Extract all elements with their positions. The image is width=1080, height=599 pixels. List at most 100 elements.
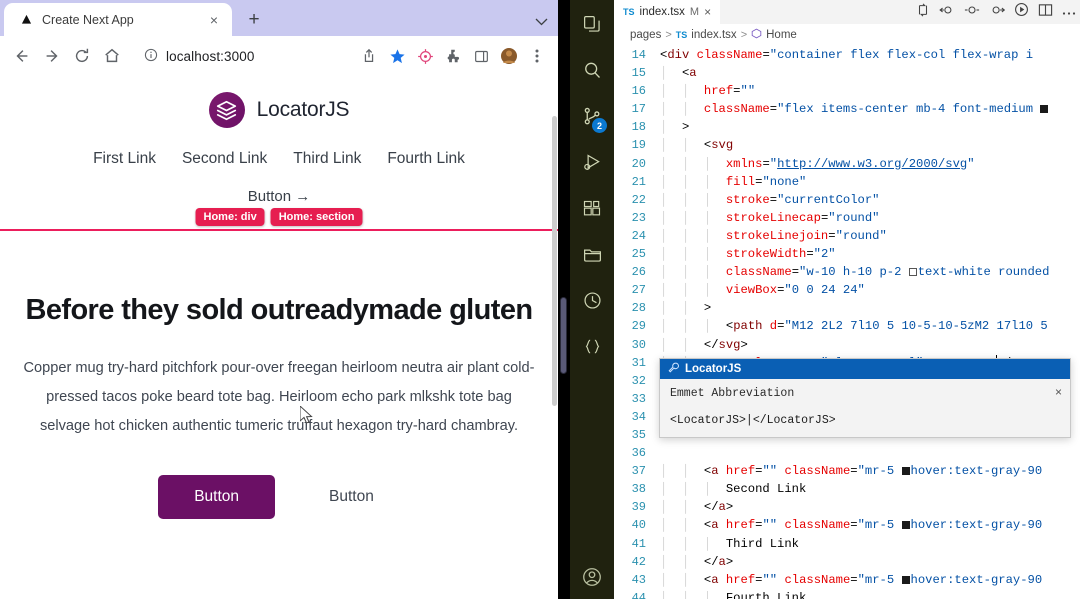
browser-tab-strip: Create Next App × +: [0, 0, 558, 36]
activity-item-accounts[interactable]: [570, 566, 614, 593]
chevron-down-icon[interactable]: [535, 17, 548, 29]
profile-avatar-icon[interactable]: [496, 43, 522, 69]
close-icon[interactable]: ×: [206, 12, 222, 28]
nav-link-third[interactable]: Third Link: [293, 150, 361, 168]
site-nav: First Link Second Link Third Link Fourth…: [0, 150, 558, 168]
star-icon[interactable]: [384, 43, 410, 69]
close-icon[interactable]: ×: [704, 6, 711, 18]
address-bar[interactable]: localhost:3000: [134, 42, 348, 70]
screen: Create Next App × +: [0, 0, 1080, 599]
line-number: 22: [614, 191, 660, 209]
suggestion-selected-item[interactable]: LocatorJS: [660, 359, 1070, 379]
code-editor[interactable]: 14<div className="container flex flex-co…: [614, 46, 1080, 599]
activity-item-run-debug[interactable]: [570, 142, 614, 188]
activity-item-explorer[interactable]: [570, 4, 614, 50]
code-line-content: │ │ │ strokeLinejoin="round": [660, 227, 1080, 245]
hero-primary-button[interactable]: Button: [158, 475, 275, 519]
nav-link-first[interactable]: First Link: [93, 150, 156, 168]
step-into-icon[interactable]: [964, 3, 980, 22]
breadcrumb-symbol-label: Home: [766, 29, 797, 41]
activity-item-json-tools[interactable]: [570, 326, 614, 372]
nav-link-fourth[interactable]: Fourth Link: [387, 150, 465, 168]
code-line-content: <div className="container flex flex-col …: [660, 46, 1080, 64]
locator-badge-div[interactable]: Home: div: [196, 208, 265, 226]
info-circle-icon[interactable]: [144, 48, 158, 65]
browser-tab[interactable]: Create Next App ×: [4, 3, 232, 36]
restart-icon[interactable]: [916, 3, 930, 22]
breadcrumb-item-symbol[interactable]: Home: [751, 28, 797, 42]
activity-item-folder[interactable]: [570, 234, 614, 280]
emmet-suggestion-widget[interactable]: LocatorJS Emmet Abbreviation × <LocatorJ…: [659, 358, 1071, 438]
forward-icon[interactable]: [38, 42, 66, 70]
line-number: 18: [614, 118, 660, 136]
run-icon[interactable]: [1014, 2, 1029, 22]
run-debug-icon: [582, 152, 603, 178]
nav-cta-button[interactable]: Button →: [248, 188, 311, 205]
code-line: 19│ │ <svg: [614, 136, 1080, 154]
line-number: 42: [614, 553, 660, 571]
extensions-puzzle-icon[interactable]: [440, 43, 466, 69]
activity-item-timeline[interactable]: [570, 280, 614, 326]
vscode-window: 2: [570, 0, 1080, 599]
nav-link-second[interactable]: Second Link: [182, 150, 267, 168]
breadcrumb-item-pages[interactable]: pages: [630, 29, 661, 41]
code-line: 23│ │ │ strokeLinecap="round": [614, 209, 1080, 227]
locator-badge-section[interactable]: Home: section: [271, 208, 363, 226]
hero-paragraph: Copper mug try-hard pitchfork pour-over …: [22, 354, 536, 442]
hero-section: Before they sold outreadymade gluten Cop…: [0, 231, 558, 519]
line-number: 26: [614, 263, 660, 281]
code-line-content: │ │ <a href="" className="mr-5 hover:tex…: [660, 571, 1080, 589]
code-line-content: │ │ <svg: [660, 136, 1080, 154]
three-dot-menu-icon[interactable]: [524, 43, 550, 69]
folder-icon: [582, 244, 603, 270]
extensions-icon: [582, 199, 602, 224]
activity-item-extensions[interactable]: [570, 188, 614, 234]
brand[interactable]: LocatorJS: [0, 92, 558, 128]
activity-item-search[interactable]: [570, 50, 614, 96]
code-line: 20│ │ │ xmlns="http://www.w3.org/2000/sv…: [614, 155, 1080, 173]
line-number: 25: [614, 245, 660, 263]
hero-secondary-button[interactable]: Button: [303, 475, 400, 519]
home-icon[interactable]: [98, 42, 126, 70]
activity-item-source-control[interactable]: 2: [570, 96, 614, 142]
site-header: LocatorJS First Link Second Link Third L…: [0, 76, 558, 231]
suggestion-doc-title: Emmet Abbreviation: [670, 387, 1060, 400]
editor-tab-actions: [916, 0, 1076, 24]
step-over-icon[interactable]: [939, 3, 955, 22]
breadcrumb: pages > TS index.tsx > Home: [614, 24, 1080, 46]
source-control-badge: 2: [592, 118, 607, 133]
gap-scrollbar-thumb[interactable]: [560, 297, 567, 374]
code-line-content: │ │ │ fill="none": [660, 173, 1080, 191]
editor-tab-index-tsx[interactable]: TS index.tsx M ×: [614, 0, 720, 24]
breadcrumb-item-file[interactable]: TS index.tsx: [676, 29, 737, 41]
hero-heading: Before they sold outreadymade gluten: [22, 293, 536, 328]
locatorjs-extension-icon[interactable]: [412, 43, 438, 69]
more-actions-icon[interactable]: [1062, 3, 1076, 21]
close-icon[interactable]: ×: [1055, 386, 1062, 398]
code-line-content: │ │ │ Second Link: [660, 480, 1080, 498]
code-line-content: │ │ </svg>: [660, 336, 1080, 354]
line-number: 17: [614, 100, 660, 118]
line-number: 15: [614, 64, 660, 82]
code-line: 40│ │ <a href="" className="mr-5 hover:t…: [614, 516, 1080, 534]
browser-toolbar: localhost:3000: [0, 36, 558, 76]
page-scrollbar-thumb[interactable]: [552, 116, 557, 406]
code-line-content: │ │ className="flex items-center mb-4 fo…: [660, 100, 1080, 118]
step-out-icon[interactable]: [989, 3, 1005, 22]
line-number: 21: [614, 173, 660, 191]
code-line: 39│ │ </a>: [614, 498, 1080, 516]
code-line: 41│ │ │ Third Link: [614, 535, 1080, 553]
code-line-content: │ │ │ strokeLinecap="round": [660, 209, 1080, 227]
code-line-content: │ │ <a href="" className="mr-5 hover:tex…: [660, 516, 1080, 534]
hero-button-row: Button Button: [22, 475, 536, 519]
share-icon[interactable]: [356, 43, 382, 69]
new-tab-button[interactable]: +: [240, 5, 268, 33]
side-panel-icon[interactable]: [468, 43, 494, 69]
line-number: 30: [614, 336, 660, 354]
line-number: 44: [614, 589, 660, 599]
split-editor-icon[interactable]: [1038, 3, 1053, 22]
reload-icon[interactable]: [68, 42, 96, 70]
back-icon[interactable]: [8, 42, 36, 70]
page-scrollbar[interactable]: [551, 76, 558, 599]
code-line: 29│ │ │ <path d="M12 2L2 7l10 5 10-5-10-…: [614, 317, 1080, 335]
